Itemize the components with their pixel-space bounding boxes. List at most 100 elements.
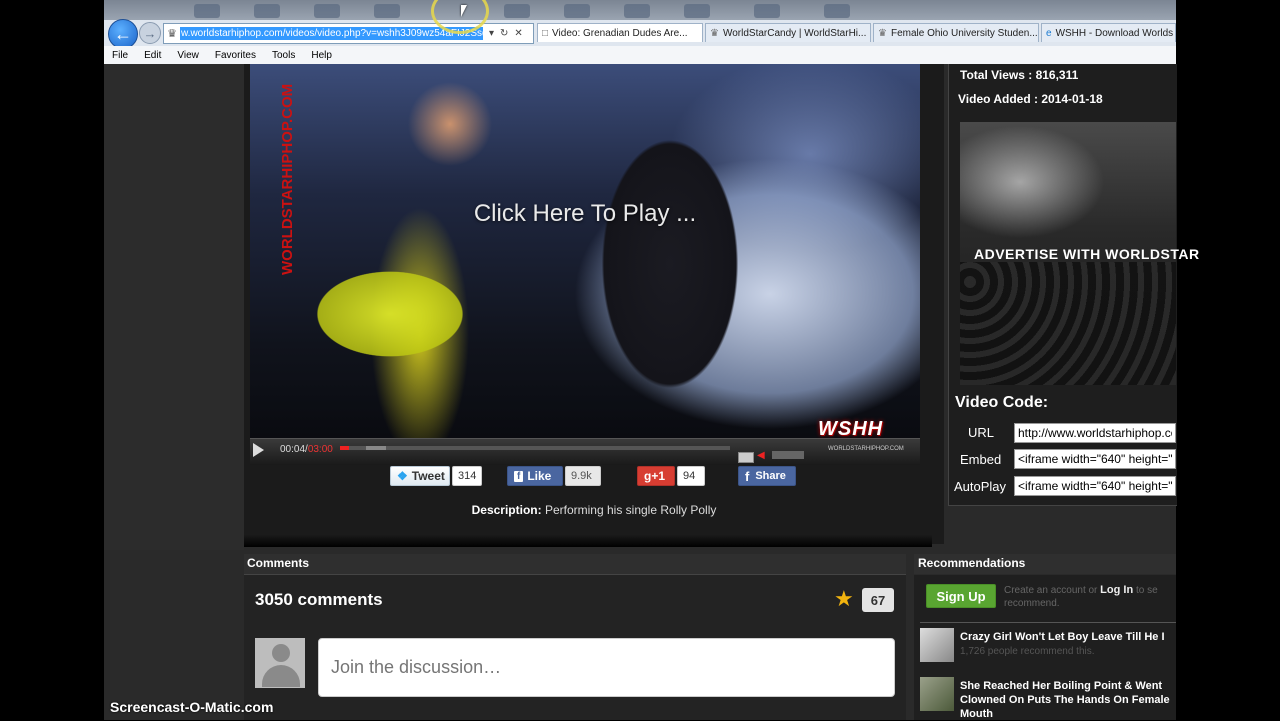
menu-favorites[interactable]: Favorites bbox=[207, 50, 264, 61]
like-count: 9.9k bbox=[565, 466, 601, 486]
autoplay-label: AutoPlay bbox=[954, 479, 1007, 494]
recommendation-title-line: She Reached Her Boiling Point & Went bbox=[960, 680, 1163, 692]
arrow-right-icon: → bbox=[143, 25, 157, 41]
discussion-input[interactable] bbox=[318, 638, 895, 697]
total-views: Total Views : 816,311 bbox=[960, 68, 1079, 82]
ad-text[interactable]: ADVERTISE WITH WORLDSTAR bbox=[974, 246, 1200, 262]
facebook-icon: f bbox=[745, 468, 750, 484]
promo-suffix: to se bbox=[1135, 585, 1158, 596]
tweet-label: Tweet bbox=[411, 469, 445, 483]
address-text[interactable]: w.worldstarhiphop.com/videos/video.php?v… bbox=[180, 27, 483, 40]
divider bbox=[920, 622, 1176, 623]
volume-icon[interactable]: ◀ bbox=[757, 450, 765, 461]
menu-tools[interactable]: Tools bbox=[264, 50, 303, 61]
menu-edit[interactable]: Edit bbox=[136, 50, 169, 61]
url-field[interactable] bbox=[1014, 423, 1176, 443]
google-plus-button[interactable]: g+1 bbox=[637, 466, 675, 486]
description-label: Description: bbox=[471, 503, 542, 517]
progress-buffer bbox=[366, 446, 386, 450]
taskbar-icon bbox=[254, 4, 280, 18]
browser-tab[interactable]: ♛ WorldStarCandy | WorldStarHi... bbox=[705, 23, 871, 42]
description-text: Performing his single Rolly Polly bbox=[544, 503, 717, 517]
forward-button[interactable]: → bbox=[139, 22, 161, 44]
signup-button[interactable]: Sign Up bbox=[926, 584, 996, 608]
menu-bar: File Edit View Favorites Tools Help bbox=[104, 46, 1176, 64]
twitter-bird-icon: ❖ bbox=[397, 469, 408, 483]
facebook-icon: f bbox=[514, 470, 524, 482]
video-added-date: Video Added : 2014-01-18 bbox=[958, 92, 1103, 106]
time-total: 03:00 bbox=[307, 444, 333, 455]
ie-icon: e bbox=[1046, 27, 1052, 39]
video-player[interactable] bbox=[250, 64, 920, 438]
gplus-label: g+1 bbox=[644, 469, 666, 483]
promo-prefix: Create an account or bbox=[1004, 585, 1098, 596]
tweet-button[interactable]: ❖ Tweet bbox=[390, 466, 450, 486]
right-letterbox bbox=[1176, 0, 1280, 720]
url-label: URL bbox=[968, 425, 995, 440]
recommendation-title[interactable]: Crazy Girl Won't Let Boy Leave Till He I bbox=[960, 630, 1176, 644]
recommendation-title-line: Mouth bbox=[960, 708, 993, 720]
star-icon[interactable]: ★ bbox=[834, 586, 854, 612]
embed-code-field[interactable] bbox=[1014, 449, 1176, 469]
login-link[interactable]: Log In bbox=[1100, 584, 1133, 596]
video-description: Description: Performing his single Rolly… bbox=[244, 503, 944, 517]
time-current: 00:04 bbox=[280, 444, 306, 455]
facebook-like-button[interactable]: f Like bbox=[507, 466, 563, 486]
recommendations-title: Recommendations bbox=[918, 556, 1026, 570]
menu-file[interactable]: File bbox=[104, 50, 136, 61]
click-to-play-overlay[interactable]: Click Here To Play ... bbox=[250, 200, 920, 228]
tweet-count: 314 bbox=[452, 466, 482, 486]
page-icon: □ bbox=[542, 27, 549, 39]
comments-title: Comments bbox=[247, 556, 310, 570]
side-watermark-text: WORLDSTARHIPHOP.COM bbox=[279, 84, 296, 275]
volume-slider[interactable] bbox=[772, 451, 804, 459]
address-tools: ▾ ↻ ✕ bbox=[483, 28, 523, 39]
tab-label: Video: Grenadian Dudes Are... bbox=[552, 27, 688, 39]
browser-tab[interactable]: ♛ Female Ohio University Studen... bbox=[873, 23, 1039, 42]
ad-crowd-image bbox=[960, 262, 1176, 385]
taskbar-strip bbox=[104, 0, 1176, 20]
taskbar-icon bbox=[824, 4, 850, 18]
taskbar-icon bbox=[194, 4, 220, 18]
quality-button[interactable] bbox=[738, 452, 754, 463]
play-button[interactable] bbox=[253, 443, 264, 457]
recommendation-thumbnail[interactable] bbox=[920, 628, 954, 662]
progress-fill bbox=[340, 446, 349, 450]
refresh-icon[interactable]: ↻ bbox=[500, 28, 508, 39]
wshh-logo-subtext: WORLDSTARHIPHOP.COM bbox=[828, 446, 904, 452]
gplus-count: 94 bbox=[677, 466, 705, 486]
facebook-share-button[interactable]: f Share bbox=[738, 466, 796, 486]
left-letterbox bbox=[0, 0, 104, 720]
comments-header bbox=[244, 554, 906, 575]
browser-tab[interactable]: □ Video: Grenadian Dudes Are... bbox=[537, 23, 703, 42]
tab-label: Female Ohio University Studen... bbox=[890, 27, 1038, 39]
stop-icon[interactable]: ✕ bbox=[514, 28, 522, 39]
dropdown-icon[interactable]: ▾ bbox=[489, 28, 494, 39]
mouse-cursor-icon bbox=[461, 5, 467, 17]
taskbar-icon bbox=[754, 4, 780, 18]
avatar-head-shape bbox=[272, 644, 290, 662]
arrow-left-icon: ← bbox=[114, 23, 132, 44]
taskbar-icon bbox=[624, 4, 650, 18]
recommendation-thumbnail[interactable] bbox=[920, 677, 954, 711]
back-button[interactable]: ← bbox=[108, 19, 138, 49]
recommendations-promo: Create an account or Log In to se recomm… bbox=[1004, 584, 1176, 610]
menu-view[interactable]: View bbox=[169, 50, 207, 61]
recommendation-title-line: Clowned On Puts The Hands On Female bbox=[960, 694, 1170, 706]
browser-tab[interactable]: e WSHH - Download Worlds bbox=[1041, 23, 1176, 42]
progress-bar[interactable] bbox=[340, 446, 730, 450]
side-watermark: WORLDSTARHIPHOP.COM bbox=[279, 84, 296, 275]
embed-label: Embed bbox=[960, 452, 1002, 467]
panel-divider bbox=[244, 535, 932, 547]
autoplay-code-field[interactable] bbox=[1014, 476, 1176, 496]
taskbar-icon bbox=[314, 4, 340, 18]
star-count: 67 bbox=[862, 588, 894, 612]
comment-count: 3050 comments bbox=[255, 590, 383, 609]
menu-help[interactable]: Help bbox=[303, 50, 340, 61]
recommendation-title[interactable]: She Reached Her Boiling Point & Went Clo… bbox=[960, 679, 1176, 721]
screencast-watermark: Screencast-O-Matic.com bbox=[110, 699, 274, 715]
video-controls bbox=[250, 438, 920, 465]
video-code-heading: Video Code: bbox=[955, 394, 1049, 411]
taskbar-icon bbox=[684, 4, 710, 18]
promo-line2: recommend. bbox=[1004, 598, 1060, 609]
